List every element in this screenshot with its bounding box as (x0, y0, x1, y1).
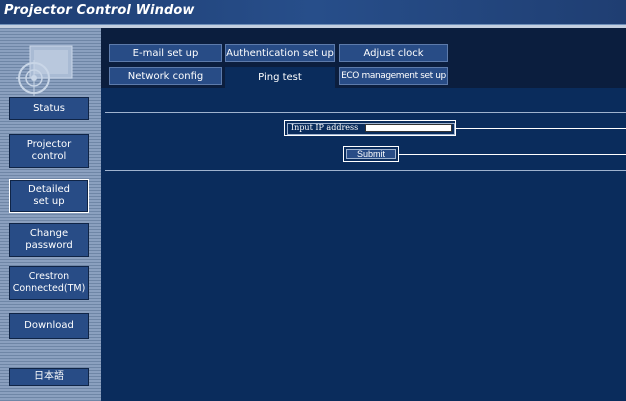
title-bar: Projector Control Window (0, 0, 626, 25)
projector-logo-icon (16, 45, 73, 96)
sidebar-item-label: Status (33, 102, 65, 114)
ip-address-label: Input IP address (291, 123, 359, 132)
sidebar-item-japanese[interactable]: 日本語 (9, 368, 89, 386)
submit-callout-box: Submit (343, 146, 399, 162)
tab-label: Adjust clock (363, 47, 424, 59)
sidebar-item-crestron-connected[interactable]: Crestron Connected(TM) (9, 266, 89, 300)
sidebar-item-download[interactable]: Download (9, 313, 89, 339)
tab-email-set-up[interactable]: E-mail set up (109, 44, 222, 62)
tab-label: E-mail set up (132, 47, 199, 59)
callout-line (399, 154, 626, 155)
sidebar-item-label: 日本語 (34, 371, 64, 382)
divider-top (105, 112, 626, 113)
window-title: Projector Control Window (4, 3, 195, 18)
tab-ping-test[interactable]: Ping test (225, 67, 335, 88)
sidebar-item-status[interactable]: Status (9, 97, 89, 120)
ip-address-callout-box: Input IP address (284, 120, 456, 136)
sidebar-item-label: Crestron Connected(TM) (12, 271, 86, 294)
tab-adjust-clock[interactable]: Adjust clock (339, 44, 448, 62)
tab-eco-management-set-up[interactable]: ECO management set up (339, 67, 448, 85)
sidebar-item-label: Download (24, 320, 74, 331)
tab-bar: E-mail set up Authentication set up Adju… (101, 28, 626, 88)
callout-line (456, 128, 626, 129)
tab-label: ECO management set up (341, 71, 446, 81)
sidebar-item-label: Detailed set up (28, 184, 70, 207)
tab-network-config[interactable]: Network config (109, 67, 222, 85)
ip-address-row: Input IP address (287, 123, 455, 135)
tab-authentication-set-up[interactable]: Authentication set up (225, 44, 335, 62)
tab-label: Network config (127, 70, 204, 82)
sidebar-item-label: Projector control (26, 139, 72, 162)
sidebar-item-projector-control[interactable]: Projector control (9, 134, 89, 168)
projector-control-window: Projector Control Window Status Projecto… (0, 0, 626, 401)
sidebar: Status Projector control Detailed set up… (0, 28, 101, 401)
sidebar-item-change-password[interactable]: Change password (9, 223, 89, 257)
tab-label: Authentication set up (226, 47, 334, 59)
main-panel: E-mail set up Authentication set up Adju… (101, 28, 626, 401)
divider-bottom (105, 170, 626, 171)
sidebar-item-label: Change password (25, 228, 73, 251)
ip-address-input[interactable] (365, 124, 452, 132)
submit-button[interactable]: Submit (346, 149, 396, 159)
tab-label: Ping test (258, 72, 302, 83)
sidebar-item-detailed-set-up[interactable]: Detailed set up (9, 179, 89, 213)
